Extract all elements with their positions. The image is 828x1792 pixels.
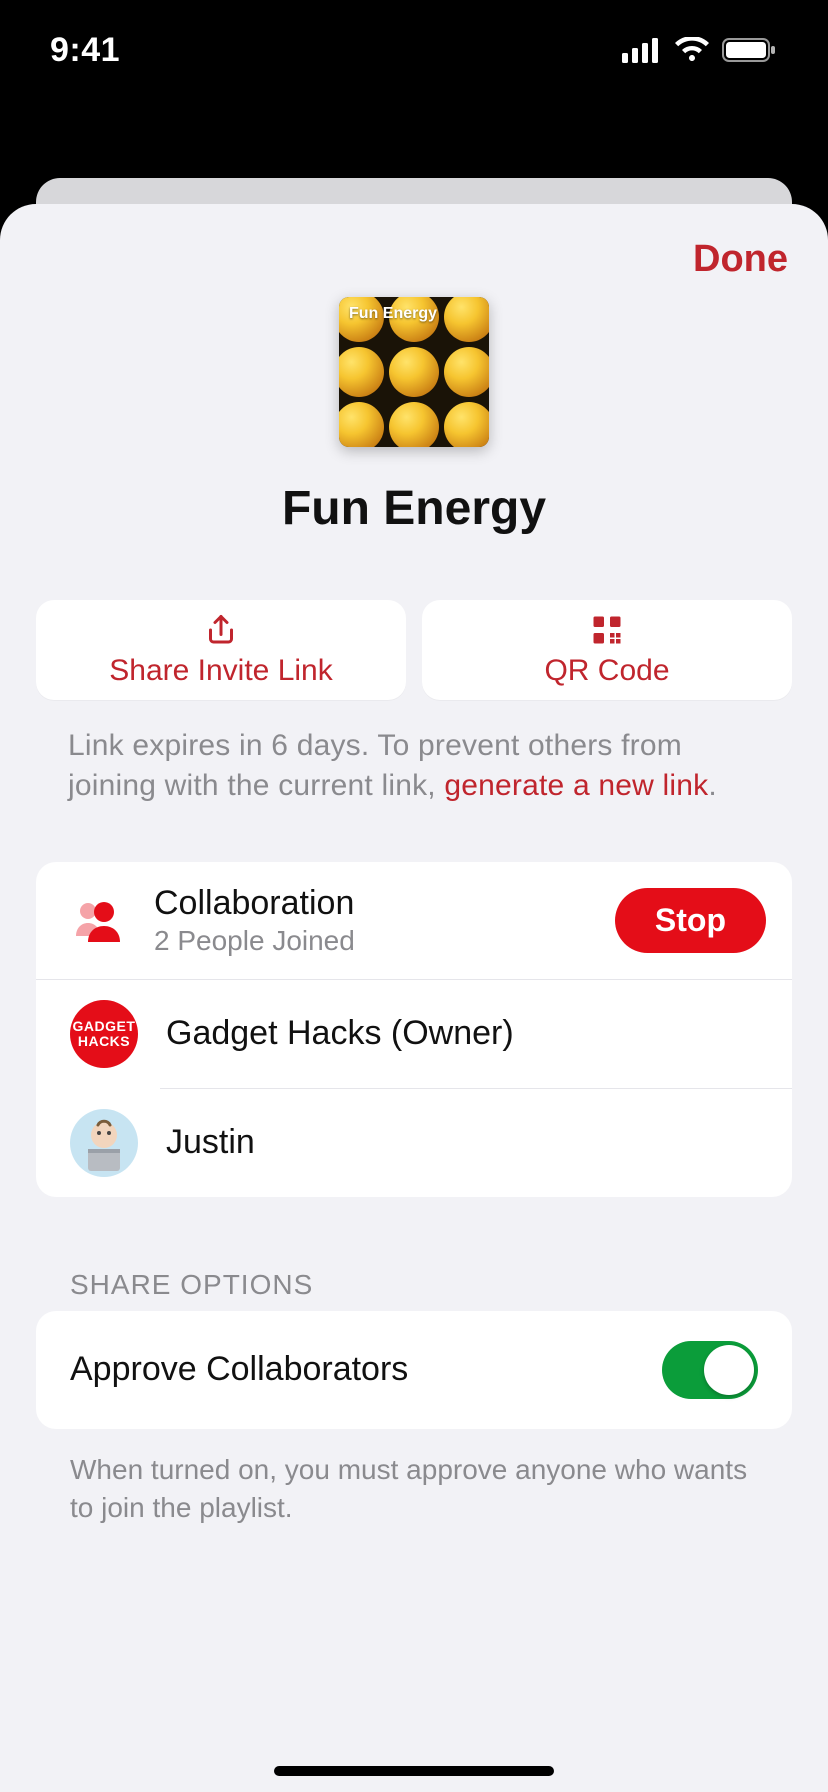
member-name: Gadget Hacks (Owner) bbox=[166, 1014, 514, 1053]
qr-code-label: QR Code bbox=[544, 654, 669, 688]
collaboration-card: Collaboration 2 People Joined Stop GADGE… bbox=[36, 862, 792, 1197]
member-row[interactable]: Justin bbox=[36, 1089, 792, 1197]
share-options-card: Approve Collaborators bbox=[36, 1311, 792, 1429]
link-expiry-text: Link expires in 6 days. To prevent other… bbox=[36, 726, 792, 806]
status-icons bbox=[622, 37, 778, 63]
qr-code-button[interactable]: QR Code bbox=[422, 600, 792, 700]
playlist-artwork: Fun Energy bbox=[339, 297, 489, 447]
stop-button[interactable]: Stop bbox=[615, 888, 766, 953]
share-invite-link-button[interactable]: Share Invite Link bbox=[36, 600, 406, 700]
share-icon bbox=[203, 612, 239, 648]
artwork-title: Fun Energy bbox=[349, 305, 437, 323]
collaboration-title: Collaboration bbox=[154, 884, 587, 923]
member-row[interactable]: GADGETHACKS Gadget Hacks (Owner) bbox=[36, 980, 792, 1088]
status-bar: 9:41 bbox=[0, 0, 828, 100]
wifi-icon bbox=[674, 37, 710, 63]
approve-collaborators-note: When turned on, you must approve anyone … bbox=[36, 1451, 792, 1527]
share-options-header: SHARE OPTIONS bbox=[36, 1269, 792, 1311]
done-button[interactable]: Done bbox=[693, 238, 788, 281]
people-icon bbox=[70, 896, 126, 944]
avatar bbox=[70, 1109, 138, 1177]
collaboration-header-row: Collaboration 2 People Joined Stop bbox=[36, 862, 792, 980]
playlist-title: Fun Energy bbox=[282, 481, 546, 536]
generate-new-link[interactable]: generate a new link bbox=[444, 769, 708, 802]
qr-code-icon bbox=[589, 612, 625, 648]
share-invite-link-label: Share Invite Link bbox=[109, 654, 332, 688]
approve-collaborators-toggle[interactable] bbox=[662, 1341, 758, 1399]
approve-collaborators-row: Approve Collaborators bbox=[36, 1311, 792, 1429]
collaboration-subtitle: 2 People Joined bbox=[154, 925, 587, 957]
home-indicator[interactable] bbox=[274, 1766, 554, 1776]
avatar: GADGETHACKS bbox=[70, 1000, 138, 1068]
status-time: 9:41 bbox=[50, 31, 120, 70]
battery-icon bbox=[722, 37, 778, 63]
cellular-icon bbox=[622, 37, 662, 63]
modal-sheet: Done Fun Energy Fun Energy Share Invite … bbox=[0, 204, 828, 1792]
member-name: Justin bbox=[166, 1123, 255, 1162]
approve-collaborators-label: Approve Collaborators bbox=[70, 1350, 408, 1389]
